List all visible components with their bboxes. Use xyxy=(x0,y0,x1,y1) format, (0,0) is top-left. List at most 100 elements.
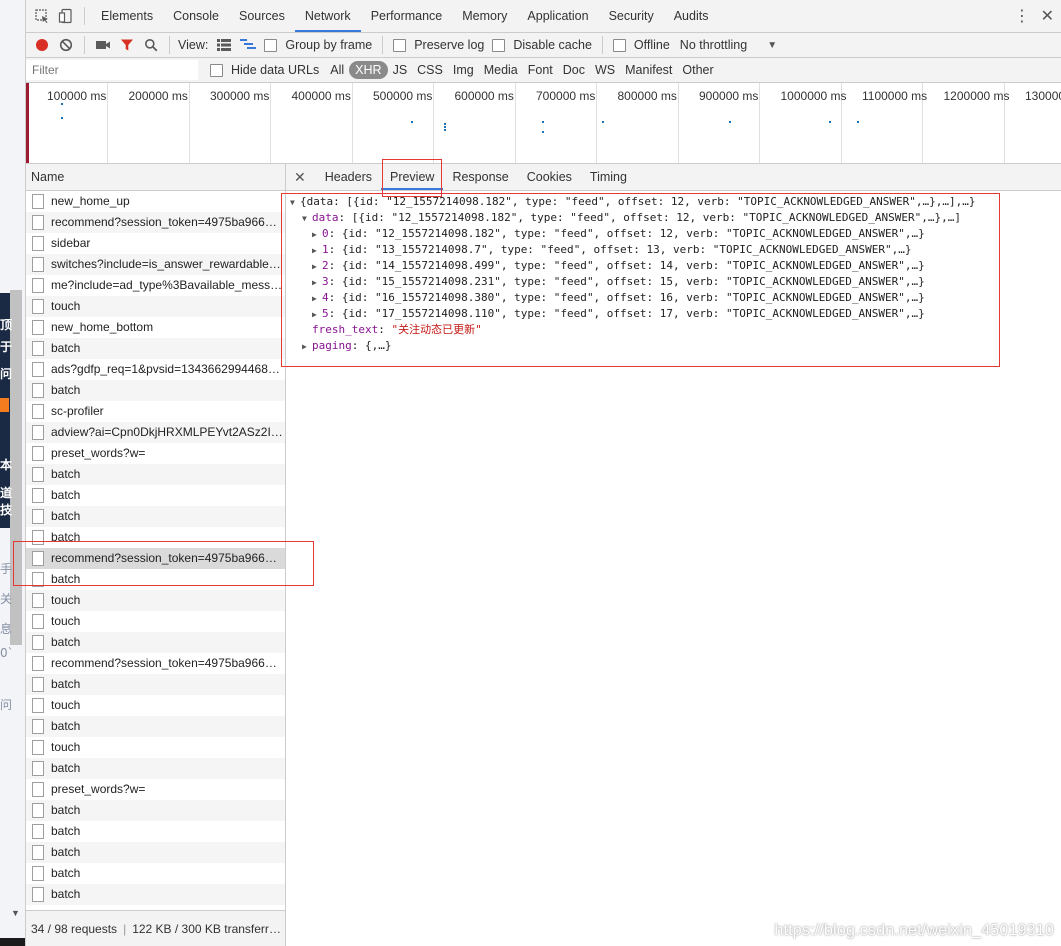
tab-elements[interactable]: Elements xyxy=(91,0,163,32)
expand-triangle-icon[interactable]: ▶ xyxy=(312,259,322,275)
scroll-down-arrow-icon[interactable]: ▼ xyxy=(11,908,20,918)
tab-application[interactable]: Application xyxy=(517,0,598,32)
close-detail-icon[interactable]: ✕ xyxy=(286,169,316,186)
preview-data-item[interactable]: ▶ 2: {id: "14_1557214098.499", type: "fee… xyxy=(290,258,1061,274)
request-row[interactable]: adview?ai=Cpn0DkjHRXMLPEYvt2ASz2IjAk xyxy=(26,422,285,443)
more-options-icon[interactable]: ⋮ xyxy=(1014,6,1030,26)
request-row[interactable]: batch xyxy=(26,674,285,695)
expand-triangle-icon[interactable]: ▶ xyxy=(312,243,322,259)
group-by-frame-checkbox[interactable] xyxy=(264,38,278,52)
preview-root[interactable]: ▼ {data: [{id: "12_1557214098.182", type:… xyxy=(290,194,1061,210)
request-row[interactable]: touch xyxy=(26,737,285,758)
type-filter-img[interactable]: Img xyxy=(448,61,479,79)
request-row[interactable]: batch xyxy=(26,821,285,842)
request-row[interactable]: batch xyxy=(26,842,285,863)
tab-security[interactable]: Security xyxy=(599,0,664,32)
request-row[interactable]: batch xyxy=(26,464,285,485)
preview-data-item[interactable]: ▶ 5: {id: "17_1557214098.110", type: "fee… xyxy=(290,306,1061,322)
type-filter-manifest[interactable]: Manifest xyxy=(620,61,677,79)
filter-funnel-icon[interactable] xyxy=(115,33,139,57)
preview-paging-node[interactable]: ▶ paging: {,…} xyxy=(290,338,1061,354)
tab-console[interactable]: Console xyxy=(163,0,229,32)
preserve-log-checkbox[interactable] xyxy=(393,38,407,52)
tab-performance[interactable]: Performance xyxy=(361,0,453,32)
request-row[interactable]: batch xyxy=(26,506,285,527)
request-row[interactable]: batch xyxy=(26,632,285,653)
request-row[interactable]: batch xyxy=(26,800,285,821)
search-icon[interactable] xyxy=(139,33,163,57)
detail-tab-response[interactable]: Response xyxy=(443,164,517,190)
device-toolbar-icon[interactable] xyxy=(54,4,78,28)
request-row[interactable]: recommend?session_token=4975ba966888a2f5… xyxy=(26,212,285,233)
expand-triangle-icon[interactable]: ▶ xyxy=(302,339,312,355)
collapse-triangle-icon[interactable]: ▼ xyxy=(302,211,312,227)
request-row[interactable]: batch xyxy=(26,716,285,737)
request-row[interactable]: batch xyxy=(26,569,285,590)
request-row[interactable]: batch xyxy=(26,527,285,548)
detail-tab-preview[interactable]: Preview xyxy=(380,164,444,190)
type-filter-ws[interactable]: WS xyxy=(590,61,620,79)
request-row[interactable]: me?include=ad_type%3Bavailable_message_t… xyxy=(26,275,285,296)
request-row[interactable]: new_home_bottom xyxy=(26,317,285,338)
type-filter-other[interactable]: Other xyxy=(677,61,718,79)
screenshot-camera-icon[interactable] xyxy=(91,33,115,57)
large-rows-icon[interactable] xyxy=(212,33,236,57)
request-row[interactable]: recommend?session_token=4975ba966888a2f5… xyxy=(26,653,285,674)
type-filter-font[interactable]: Font xyxy=(523,61,558,79)
name-column-header[interactable]: Name xyxy=(26,164,285,191)
type-filter-js[interactable]: JS xyxy=(388,61,413,79)
preview-data-item[interactable]: ▶ 4: {id: "16_1557214098.380", type: "fee… xyxy=(290,290,1061,306)
tab-sources[interactable]: Sources xyxy=(229,0,295,32)
detail-tab-cookies[interactable]: Cookies xyxy=(518,164,581,190)
request-row[interactable]: recommend?session_token=4975ba966888a2f5… xyxy=(26,548,285,569)
request-row[interactable]: sc-profiler xyxy=(26,401,285,422)
record-icon[interactable] xyxy=(30,33,54,57)
request-row[interactable]: batch xyxy=(26,863,285,884)
preview-data-item[interactable]: ▶ 0: {id: "12_1557214098.182", type: "fee… xyxy=(290,226,1061,242)
request-row[interactable]: preset_words?w= xyxy=(26,779,285,800)
inspect-element-icon[interactable] xyxy=(30,4,54,28)
request-row[interactable]: batch xyxy=(26,485,285,506)
clear-icon[interactable] xyxy=(54,33,78,57)
tab-network[interactable]: Network xyxy=(294,0,361,32)
type-filter-xhr[interactable]: XHR xyxy=(349,61,388,79)
throttling-dropdown-icon[interactable]: ▼ xyxy=(767,40,777,51)
request-row[interactable]: touch xyxy=(26,695,285,716)
type-filter-css[interactable]: CSS xyxy=(412,61,448,79)
request-row[interactable]: preset_words?w= xyxy=(26,443,285,464)
expand-triangle-icon[interactable]: ▶ xyxy=(312,307,322,323)
tab-audits[interactable]: Audits xyxy=(664,0,719,32)
request-row[interactable]: switches?include=is_answer_rewardable%2C… xyxy=(26,254,285,275)
offline-checkbox[interactable] xyxy=(612,38,626,52)
request-row[interactable]: new_home_up xyxy=(26,191,285,212)
tab-memory[interactable]: Memory xyxy=(452,0,517,32)
collapse-triangle-icon[interactable]: ▼ xyxy=(290,195,300,211)
request-row[interactable]: batch xyxy=(26,884,285,905)
hide-data-urls-checkbox[interactable] xyxy=(210,63,223,77)
filter-input[interactable] xyxy=(26,60,198,80)
type-filter-all[interactable]: All xyxy=(325,61,349,79)
detail-tab-timing[interactable]: Timing xyxy=(581,164,636,190)
expand-triangle-icon[interactable]: ▶ xyxy=(312,227,322,243)
request-row[interactable]: touch xyxy=(26,296,285,317)
network-overview-timeline[interactable]: 100000 ms 200000 ms 300000 ms 400000 ms 5000… xyxy=(26,83,1061,164)
request-row[interactable]: touch xyxy=(26,590,285,611)
throttling-select[interactable]: No throttling xyxy=(680,38,747,52)
request-row[interactable]: sidebar xyxy=(26,233,285,254)
expand-triangle-icon[interactable]: ▶ xyxy=(312,291,322,307)
request-row[interactable]: batch xyxy=(26,380,285,401)
request-row[interactable]: batch xyxy=(26,758,285,779)
preview-data-node[interactable]: ▼ data: [{id: "12_1557214098.182", type: … xyxy=(290,210,1061,226)
type-filter-doc[interactable]: Doc xyxy=(558,61,590,79)
preview-data-item[interactable]: ▶ 1: {id: "13_1557214098.7", type: "feed"… xyxy=(290,242,1061,258)
type-filter-media[interactable]: Media xyxy=(479,61,523,79)
close-devtools-icon[interactable]: ✕ xyxy=(1041,6,1054,26)
preview-data-item[interactable]: ▶ 3: {id: "15_1557214098.231", type: "fee… xyxy=(290,274,1061,290)
detail-tab-headers[interactable]: Headers xyxy=(316,164,381,190)
expand-triangle-icon[interactable]: ▶ xyxy=(312,275,322,291)
request-row[interactable]: ads?gdfp_req=1&pvsid=1343662994468123 xyxy=(26,359,285,380)
disable-cache-checkbox[interactable] xyxy=(492,38,506,52)
request-row[interactable]: touch xyxy=(26,611,285,632)
waterfall-overview-icon[interactable] xyxy=(236,33,260,57)
request-row[interactable]: batch xyxy=(26,338,285,359)
